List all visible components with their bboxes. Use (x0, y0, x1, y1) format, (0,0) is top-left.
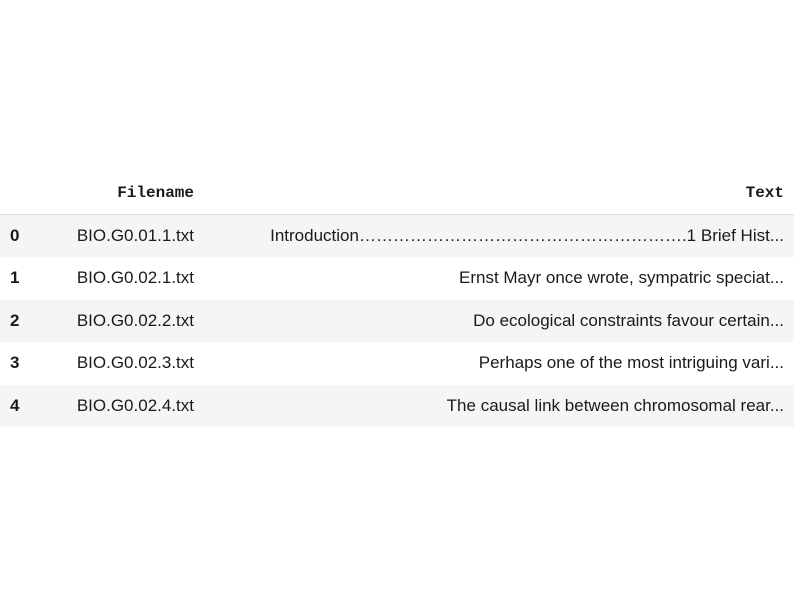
table-row: 0 BIO.G0.01.1.txt Introduction…………………………… (0, 214, 794, 257)
filename-column-header: Filename (34, 172, 204, 215)
row-index: 3 (10, 353, 20, 373)
filename-cell: BIO.G0.02.2.txt (76, 310, 194, 330)
row-index: 0 (10, 226, 20, 245)
row-index: 4 (10, 395, 20, 415)
table-header: Filename Text (0, 172, 794, 215)
header-row: Filename Text (0, 172, 794, 215)
text-cell: Do ecological constraints favour certain… (473, 310, 784, 330)
dataframe-output: Filename Text 0 BIO.G0.01.1.txt Introduc… (0, 172, 794, 427)
table-row: 3 BIO.G0.02.3.txt Perhaps one of the mos… (0, 342, 794, 385)
dataframe-table: Filename Text 0 BIO.G0.01.1.txt Introduc… (0, 172, 794, 427)
text-cell: Introduction………………………………………………….1 Brief … (270, 226, 784, 245)
index-column-header (0, 172, 34, 215)
filename-cell: BIO.G0.02.4.txt (76, 395, 194, 415)
table-body: 0 BIO.G0.01.1.txt Introduction…………………………… (0, 214, 794, 427)
filename-cell: BIO.G0.01.1.txt (76, 226, 194, 245)
filename-cell: BIO.G0.02.3.txt (76, 353, 194, 373)
row-index: 2 (10, 310, 20, 330)
filename-cell: BIO.G0.02.1.txt (76, 268, 194, 288)
text-cell: Perhaps one of the most intriguing vari.… (478, 353, 784, 373)
table-row: 2 BIO.G0.02.2.txt Do ecological constrai… (0, 299, 794, 342)
row-index: 1 (10, 268, 20, 288)
text-cell: The causal link between chromosomal rear… (446, 395, 784, 415)
text-cell: Ernst Mayr once wrote, sympatric speciat… (459, 268, 784, 288)
table-row: 4 BIO.G0.02.4.txt The causal link betwee… (0, 384, 794, 427)
text-column-header: Text (204, 172, 794, 215)
table-row: 1 BIO.G0.02.1.txt Ernst Mayr once wrote,… (0, 257, 794, 300)
